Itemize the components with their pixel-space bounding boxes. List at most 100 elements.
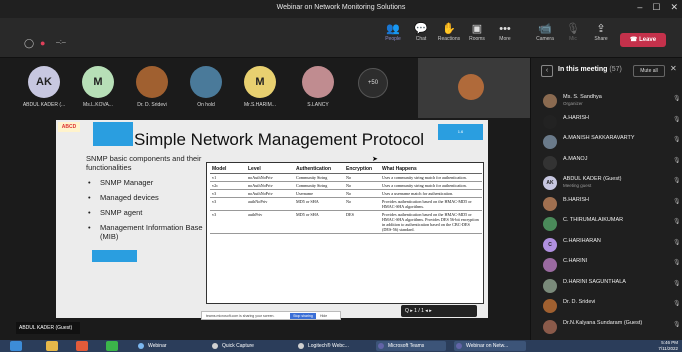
table-cell: MD5 or SHA: [294, 197, 344, 211]
share-button[interactable]: ⇪ Share: [586, 22, 616, 42]
table-cell: Provides authentication based on the HMA…: [380, 197, 482, 211]
mic-muted-icon: 🎙: [673, 178, 681, 184]
avatar: [543, 299, 557, 313]
participant-tile[interactable]: On hold: [180, 66, 232, 108]
self-avatar: [458, 74, 484, 100]
recording-icon: ●: [40, 38, 46, 48]
mic-muted-icon: 🎙: [673, 301, 681, 307]
participant-name: B.HARISH: [563, 196, 589, 203]
panel-title: In this meeting (57): [558, 66, 622, 73]
participant-name: D.HARINI SAGUNTHALA: [563, 278, 626, 285]
chat-icon: 💬: [414, 23, 428, 35]
self-video: [418, 58, 530, 118]
taskbar-item[interactable]: Logitech® Webc...: [296, 341, 368, 351]
participant-name: Ms.L.KOVA...: [83, 102, 113, 108]
avatar: M: [82, 66, 114, 98]
snmp-table: Model Level Authentication Encryption Wh…: [206, 162, 484, 304]
table-row: v3 authPriv MD5 or SHA DES Provides auth…: [210, 210, 482, 234]
chat-button[interactable]: 💬 Chat: [406, 22, 436, 42]
mic-muted-icon: 🎙: [673, 198, 681, 205]
sharing-notice: teams.microsoft.com is sharing your scre…: [201, 311, 341, 320]
mic-muted-icon: 🎙: [673, 116, 681, 123]
reactions-button[interactable]: ✋ Reactions: [434, 22, 464, 42]
chrome-icon[interactable]: [106, 341, 118, 351]
table-cell: v3: [210, 210, 246, 234]
participant-name: C.HARINI: [563, 258, 588, 264]
avatar: [190, 66, 222, 98]
avatar: [302, 66, 334, 98]
participant-row[interactable]: Dr. D. Sridevi 🎙: [541, 297, 681, 317]
column-header: Encryption: [344, 165, 380, 174]
decor-box: [92, 250, 137, 262]
mouse-cursor-icon: ➤: [372, 156, 378, 163]
table-cell: Uses a community string match for authen…: [380, 173, 482, 182]
avatar: AK: [28, 66, 60, 98]
participant-name: Ms. S. Sandhya: [563, 94, 602, 100]
table-cell: v3: [210, 197, 246, 211]
participant-name: ABDUL KADER (...: [22, 102, 66, 108]
close-button[interactable]: ✕: [670, 2, 678, 13]
participant-row[interactable]: AK ABDUL KADER (Guest) Meeting guest 🎙: [541, 174, 681, 194]
table-row: v3 authNoPriv MD5 or SHA No Provides aut…: [210, 197, 482, 211]
column-header: Authentication: [294, 165, 344, 174]
camera-button[interactable]: 📹 Camera: [530, 22, 560, 42]
participant-tile[interactable]: AK ABDUL KADER (...: [18, 66, 70, 108]
participant-row[interactable]: A.MANISH SAKKARAVARTY 🎙: [541, 133, 681, 153]
table-cell: DES: [344, 210, 380, 234]
firefox-icon[interactable]: [76, 341, 88, 351]
explorer-icon[interactable]: [46, 341, 58, 351]
slide-title: Simple Network Management Protocol: [134, 130, 425, 149]
taskbar-item[interactable]: Webinar: [136, 341, 196, 351]
participant-tile[interactable]: Dr. D. Sridevi: [126, 66, 178, 108]
participant-name: A.HARISH: [563, 114, 589, 121]
participant-role: Organizer: [563, 101, 583, 106]
slide-controls-text: Q ▸ 1 / 1 ◂ ▸: [405, 308, 432, 314]
stop-sharing-button[interactable]: Stop sharing: [290, 313, 316, 319]
mic-muted-icon: 🎙: [673, 157, 681, 164]
participant-row[interactable]: A.HARISH 🎙: [541, 113, 681, 133]
participant-row[interactable]: D.HARINI SAGUNTHALA 🎙: [541, 277, 681, 297]
participant-tile[interactable]: S.LANCY: [292, 66, 344, 108]
hide-button[interactable]: Hide: [320, 312, 327, 321]
column-header: What Happens: [380, 165, 482, 174]
participant-row[interactable]: Ms. S. Sandhya Organizer 🎙: [541, 92, 681, 112]
mic-button[interactable]: 🎙 Mic: [558, 22, 588, 42]
participant-row[interactable]: Dr.N.Kalyana Sundaram (Guest) 🎙: [541, 318, 681, 338]
table-cell: Provides authentication based on the HMA…: [380, 210, 482, 234]
phone-icon: ☎: [629, 37, 638, 43]
mute-all-button[interactable]: Mute all: [633, 65, 665, 77]
people-button[interactable]: 👥 People: [378, 22, 408, 42]
participant-name: Dr.N.Kalyana Sundaram (Guest): [563, 319, 643, 326]
list-item: SNMP Manager: [86, 178, 204, 187]
participant-row[interactable]: C.HARINI 🎙: [541, 256, 681, 276]
leave-button[interactable]: ☎ Leave: [620, 33, 666, 47]
participant-name: C. THIRUMALAIKUMAR: [563, 217, 624, 223]
share-icon: ⇪: [596, 23, 606, 35]
minimize-button[interactable]: –: [637, 2, 642, 13]
participant-row[interactable]: B.HARISH 🎙: [541, 195, 681, 215]
rooms-button[interactable]: ▣ Rooms: [462, 22, 492, 42]
avatar: AK: [543, 176, 557, 190]
more-participants-button[interactable]: +50: [358, 68, 388, 98]
start-icon[interactable]: [10, 341, 22, 351]
collapse-chevron-icon[interactable]: ‹: [541, 65, 553, 77]
slide-controls[interactable]: Q ▸ 1 / 1 ◂ ▸: [401, 305, 477, 317]
taskbar-item[interactable]: Quick Capture: [210, 341, 278, 351]
avatar: [543, 319, 557, 334]
participant-row[interactable]: C C.HARIHARAN 🎙: [541, 236, 681, 256]
table-row: v2c noAuthNoPriv Community String No Use…: [210, 181, 482, 190]
taskbar-item[interactable]: Microsoft Teams: [376, 341, 446, 351]
participant-row[interactable]: C. THIRUMALAIKUMAR 🎙: [541, 215, 681, 235]
participant-name: Mr.S.HARIM...: [244, 102, 276, 108]
avatar: [543, 114, 557, 129]
rooms-icon: ▣: [471, 23, 483, 35]
maximize-button[interactable]: ☐: [652, 2, 660, 13]
decor-bar: [93, 122, 133, 146]
more-button[interactable]: ••• More: [490, 22, 520, 42]
participant-row[interactable]: A.MANOJ 🎙: [541, 154, 681, 174]
mic-muted-icon: 🎙: [673, 137, 681, 143]
close-icon[interactable]: ✕: [670, 64, 677, 73]
participant-tile[interactable]: M Mr.S.HARIM...: [234, 66, 286, 108]
taskbar-item[interactable]: Webinar on Netw...: [454, 341, 526, 351]
participant-tile[interactable]: M Ms.L.KOVA...: [72, 66, 124, 108]
